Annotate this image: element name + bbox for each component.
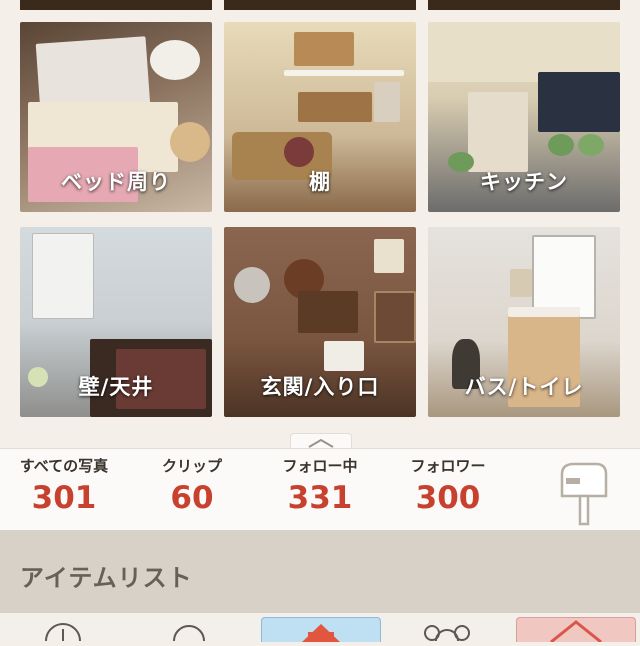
tile-label: 玄関/入り口 [260, 375, 380, 399]
tile-label: 棚 [309, 170, 331, 194]
tab-timeline[interactable] [4, 617, 122, 646]
tab-people[interactable] [388, 617, 506, 646]
clock-icon [45, 623, 81, 646]
stat-label: クリップ [161, 457, 222, 475]
tile-label: キッチン [480, 170, 568, 194]
tab-bar [0, 612, 640, 646]
photo-tile-bedside[interactable]: ベッド周り [20, 22, 212, 212]
photo-tile-wall-ceiling[interactable]: 壁/天井 [20, 227, 212, 417]
profile-stats: すべての写真 301 クリップ 60 フォロー中 331 フォロワー 300 [0, 448, 640, 531]
photo-tile-partial[interactable] [428, 0, 620, 10]
stat-label: すべての写真 [19, 457, 109, 475]
mailbox-icon[interactable] [556, 462, 608, 526]
item-list-section[interactable]: アイテムリスト [0, 530, 640, 614]
tab-my-room[interactable] [516, 617, 636, 644]
stat-clips[interactable]: クリップ 60 [132, 455, 252, 516]
section-title: アイテムリスト [20, 564, 193, 592]
photo-tile-partial[interactable] [224, 0, 416, 10]
stat-value: 60 [170, 480, 214, 516]
photo-tile-shelf[interactable]: 棚 [224, 22, 416, 212]
tile-label: ベッド周り [61, 170, 171, 194]
stat-value: 331 [287, 480, 353, 516]
stat-label: フォロー中 [282, 457, 358, 475]
tile-label: 壁/天井 [78, 375, 154, 399]
photo-tile-entrance[interactable]: 玄関/入り口 [224, 227, 416, 417]
photo-grid: ベッド周り 棚 キッチン 壁/天井 玄関/入り口 バス/トイレ [0, 0, 640, 428]
tile-label: バス/トイレ [464, 375, 584, 399]
search-icon [173, 625, 205, 646]
tab-search[interactable] [130, 617, 248, 646]
my-room-icon [550, 620, 602, 644]
photo-tile-partial[interactable] [20, 0, 212, 10]
stat-photos[interactable]: すべての写真 301 [4, 455, 124, 516]
people-icon [424, 625, 470, 646]
photo-tile-bath-toilet[interactable]: バス/トイレ [428, 227, 620, 417]
stat-label: フォロワー [410, 457, 486, 475]
stat-following[interactable]: フォロー中 331 [260, 455, 380, 516]
tab-home[interactable] [261, 617, 381, 642]
home-icon [302, 624, 340, 642]
stat-value: 300 [415, 480, 481, 516]
photo-tile-kitchen[interactable]: キッチン [428, 22, 620, 212]
stat-value: 301 [31, 480, 97, 516]
stat-followers[interactable]: フォロワー 300 [388, 455, 508, 516]
